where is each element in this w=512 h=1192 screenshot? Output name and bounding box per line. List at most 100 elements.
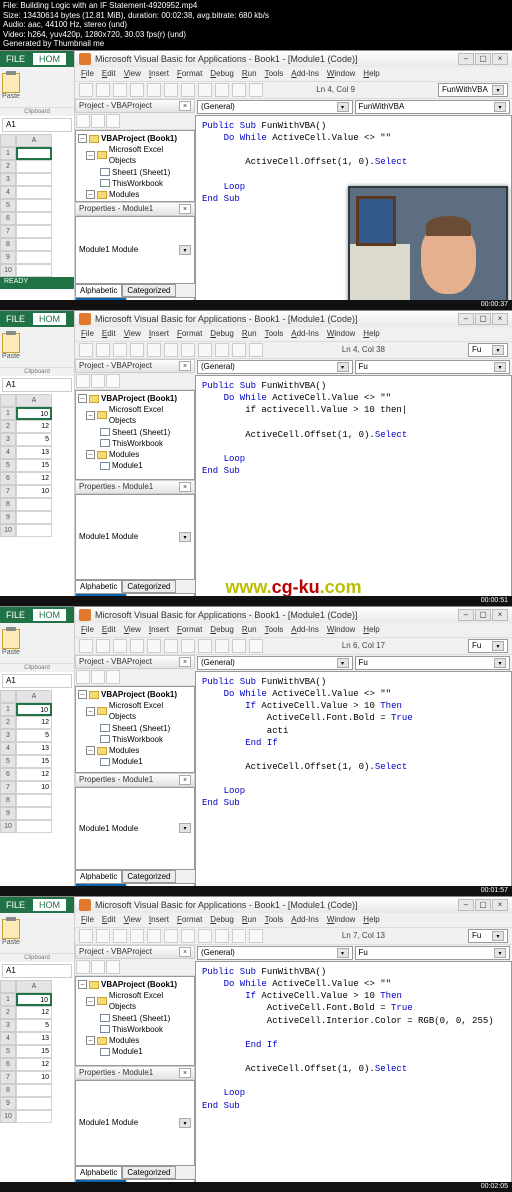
meta-line1: File: Building Logic with an IF Statemen… — [3, 1, 509, 11]
menu-run[interactable]: Run — [242, 625, 257, 635]
menu-view[interactable]: View — [124, 329, 141, 339]
menu-help[interactable]: Help — [363, 69, 379, 79]
menu-view[interactable]: View — [124, 625, 141, 635]
timestamp: 00:00:37 — [481, 301, 508, 308]
view-code-icon[interactable] — [76, 114, 90, 128]
grid[interactable]: 12345678910 — [0, 147, 74, 277]
file-tab[interactable]: FILE — [6, 54, 25, 64]
menu-tools[interactable]: Tools — [265, 69, 284, 79]
tab-categorized[interactable]: Categorized — [122, 284, 175, 297]
name-box[interactable]: A1 — [2, 118, 72, 132]
paste-button[interactable]: Paste — [2, 333, 20, 360]
meta-line2: Size: 13430614 bytes (12.81 MiB), durati… — [3, 11, 509, 21]
menu-add-ins[interactable]: Add-Ins — [291, 329, 319, 339]
menu-format[interactable]: Format — [177, 329, 202, 339]
menu-debug[interactable]: Debug — [210, 329, 234, 339]
menu-view[interactable]: View — [124, 915, 141, 925]
menu-window[interactable]: Window — [327, 915, 355, 925]
menu-format[interactable]: Format — [177, 625, 202, 635]
code-editor[interactable]: Public Sub FunWithVBA() Do While ActiveC… — [195, 375, 512, 606]
menu-debug[interactable]: Debug — [210, 915, 234, 925]
tool-run-icon[interactable] — [198, 83, 212, 97]
menu-edit[interactable]: Edit — [102, 329, 116, 339]
presenter-webcam — [348, 186, 508, 306]
close-icon[interactable]: × — [179, 101, 191, 111]
menu-debug[interactable]: Debug — [210, 625, 234, 635]
menu-help[interactable]: Help — [363, 915, 379, 925]
menu-window[interactable]: Window — [327, 329, 355, 339]
procedure-dropdown[interactable]: FunWithVBA▾ — [355, 100, 511, 114]
menu-file[interactable]: File — [81, 329, 94, 339]
tool-paste-icon[interactable] — [147, 83, 161, 97]
paste-icon — [2, 333, 20, 353]
object-dropdown[interactable]: (General)▾ — [197, 100, 353, 114]
toggle-folders-icon[interactable] — [106, 114, 120, 128]
tab-alphabetic[interactable]: Alphabetic — [75, 284, 122, 297]
paste-button[interactable]: Paste — [2, 73, 20, 100]
tool-view-icon[interactable] — [79, 83, 93, 97]
close-icon[interactable]: × — [179, 204, 191, 214]
vbe-titlebar[interactable]: Microsoft Visual Basic for Applications … — [75, 51, 512, 67]
menu-help[interactable]: Help — [363, 625, 379, 635]
corner[interactable] — [0, 134, 16, 147]
vbe-icon — [79, 609, 91, 621]
tool-save-icon[interactable] — [96, 83, 110, 97]
excel-tabs[interactable]: FILE HOM — [0, 51, 74, 67]
tool-copy-icon[interactable] — [130, 83, 144, 97]
menu-tools[interactable]: Tools — [265, 915, 284, 925]
menu-file[interactable]: File — [81, 915, 94, 925]
object-combo[interactable]: Module1 Module▾ — [75, 216, 195, 284]
frame-3: FILEHOM Paste Clipboard A1 A 11021235413… — [0, 606, 512, 896]
close-button[interactable]: × — [492, 53, 508, 65]
menu-run[interactable]: Run — [242, 69, 257, 79]
menu-add-ins[interactable]: Add-Ins — [291, 625, 319, 635]
menu-edit[interactable]: Edit — [102, 625, 116, 635]
col-A-header[interactable]: A — [16, 134, 52, 147]
chevron-down-icon[interactable]: ▾ — [492, 85, 504, 95]
paste-icon — [2, 629, 20, 649]
menu-edit[interactable]: Edit — [102, 915, 116, 925]
menu-insert[interactable]: Insert — [149, 329, 169, 339]
home-tab[interactable]: HOM — [33, 53, 66, 65]
maximize-button[interactable]: ▢ — [475, 53, 491, 65]
menu-help[interactable]: Help — [363, 329, 379, 339]
minimize-button[interactable]: – — [458, 53, 474, 65]
menu-insert[interactable]: Insert — [149, 69, 169, 79]
menu-add-ins[interactable]: Add-Ins — [291, 915, 319, 925]
code-editor[interactable]: Public Sub FunWithVBA() Do While ActiveC… — [195, 671, 512, 896]
menu-window[interactable]: Window — [327, 69, 355, 79]
project-tree[interactable]: –VBAProject (Book1)–Microsoft Excel Obje… — [75, 130, 195, 202]
menu-insert[interactable]: Insert — [149, 625, 169, 635]
menu-tools[interactable]: Tools — [265, 329, 284, 339]
properties-title[interactable]: Properties - Module1× — [75, 202, 195, 216]
menu-file[interactable]: File — [81, 69, 94, 79]
vbe-toolbar[interactable]: Ln 4, Col 9 FunWithVBA▾ — [75, 81, 512, 99]
menu-run[interactable]: Run — [242, 915, 257, 925]
project-explorer-title[interactable]: Project - VBAProject× — [75, 99, 195, 113]
menu-view[interactable]: View — [124, 69, 141, 79]
menu-file[interactable]: File — [81, 625, 94, 635]
tool-design-icon[interactable] — [249, 83, 263, 97]
menu-debug[interactable]: Debug — [210, 69, 234, 79]
menu-tools[interactable]: Tools — [265, 625, 284, 635]
vbe-menu-bar[interactable]: File Edit View Insert Format Debug Run Tools Add… — [75, 67, 512, 81]
view-object-icon[interactable] — [91, 114, 105, 128]
tool-cut-icon[interactable] — [113, 83, 127, 97]
menu-format[interactable]: Format — [177, 915, 202, 925]
menu-run[interactable]: Run — [242, 329, 257, 339]
menu-format[interactable]: Format — [177, 69, 202, 79]
meta-line4: Video: h264, yuv420p, 1280x720, 30.03 fp… — [3, 30, 509, 40]
menu-window[interactable]: Window — [327, 625, 355, 635]
menu-insert[interactable]: Insert — [149, 915, 169, 925]
tool-redo-icon[interactable] — [181, 83, 195, 97]
grid[interactable]: 110212354135156127108910 — [0, 407, 74, 537]
menu-edit[interactable]: Edit — [102, 69, 116, 79]
meta-line3: Audio: aac, 44100 Hz, stereo (und) — [3, 20, 509, 30]
tool-undo-icon[interactable] — [164, 83, 178, 97]
tool-break-icon[interactable] — [215, 83, 229, 97]
menu-add-ins[interactable]: Add-Ins — [291, 69, 319, 79]
code-editor[interactable]: Public Sub FunWithVBA() Do While ActiveC… — [195, 961, 512, 1192]
tool-reset-icon[interactable] — [232, 83, 246, 97]
vbe-icon — [79, 53, 91, 65]
clipboard-label: Clipboard — [0, 107, 74, 116]
